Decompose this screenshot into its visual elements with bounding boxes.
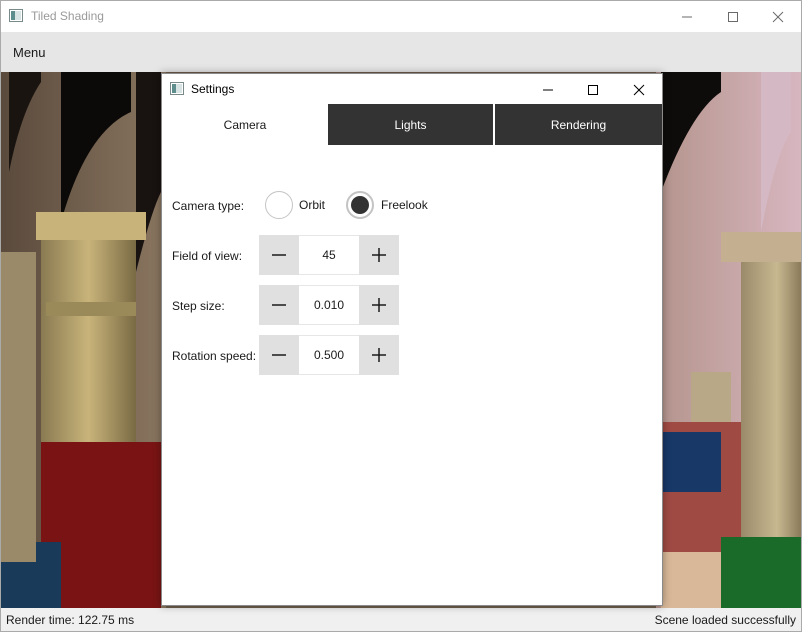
plus-icon [372, 348, 386, 362]
status-bar: Render time: 122.75 ms Scene loaded succ… [1, 608, 801, 631]
tab-lights[interactable]: Lights [328, 104, 494, 145]
rotation-speed-value[interactable]: 0.500 [299, 336, 359, 374]
settings-minimize-button[interactable] [525, 74, 571, 104]
field-of-view-decrement-button[interactable] [259, 235, 299, 275]
step-size-stepper: 0.010 [259, 285, 399, 325]
close-icon [772, 11, 784, 23]
plus-icon [372, 298, 386, 312]
settings-close-button[interactable] [616, 74, 662, 104]
orbit-radio-label[interactable]: Orbit [299, 198, 325, 212]
camera-type-label: Camera type: [172, 199, 245, 213]
tab-rendering-label: Rendering [550, 117, 607, 132]
minus-icon [272, 354, 286, 356]
settings-dialog: Settings Camera Lights Rendering Camera … [161, 73, 663, 606]
orbit-radio[interactable] [265, 191, 293, 219]
title-bar: Tiled Shading [1, 1, 801, 32]
freelook-radio[interactable] [346, 191, 374, 219]
settings-title-bar: Settings [162, 74, 662, 104]
tab-lights-label: Lights [394, 117, 427, 132]
field-of-view-stepper: 45 [259, 235, 399, 275]
status-message: Scene loaded successfully [654, 613, 796, 627]
settings-title: Settings [191, 82, 235, 96]
step-size-value[interactable]: 0.010 [299, 286, 359, 324]
tab-camera-label: Camera [223, 117, 267, 132]
close-button[interactable] [755, 1, 801, 32]
tab-camera[interactable]: Camera [162, 104, 328, 145]
settings-maximize-button[interactable] [570, 74, 616, 104]
step-size-decrement-button[interactable] [259, 285, 299, 325]
field-of-view-label: Field of view: [172, 249, 243, 263]
maximize-icon [728, 12, 738, 22]
maximize-button[interactable] [710, 1, 756, 32]
minus-icon [272, 304, 286, 306]
freelook-radio-label[interactable]: Freelook [381, 198, 428, 212]
radio-selected-dot [351, 196, 369, 214]
rotation-speed-stepper: 0.500 [259, 335, 399, 375]
app-icon [170, 82, 184, 95]
rotation-speed-increment-button[interactable] [359, 335, 399, 375]
window-title: Tiled Shading [31, 9, 104, 23]
menu-bar: Menu [1, 32, 801, 72]
field-of-view-value[interactable]: 45 [299, 236, 359, 274]
settings-tabs: Camera Lights Rendering [162, 104, 662, 145]
menu-item-menu[interactable]: Menu [13, 45, 46, 60]
step-size-increment-button[interactable] [359, 285, 399, 325]
field-of-view-increment-button[interactable] [359, 235, 399, 275]
minimize-icon [682, 16, 692, 18]
tab-rendering[interactable]: Rendering [495, 104, 662, 145]
plus-icon [372, 248, 386, 262]
minimize-button[interactable] [664, 1, 710, 32]
app-icon [9, 9, 23, 22]
maximize-icon [588, 85, 598, 95]
rotation-speed-decrement-button[interactable] [259, 335, 299, 375]
minimize-icon [543, 89, 553, 91]
rotation-speed-label: Rotation speed: [172, 349, 257, 363]
render-time: Render time: 122.75 ms [6, 613, 135, 627]
minus-icon [272, 254, 286, 256]
step-size-label: Step size: [172, 299, 225, 313]
close-icon [633, 84, 645, 96]
